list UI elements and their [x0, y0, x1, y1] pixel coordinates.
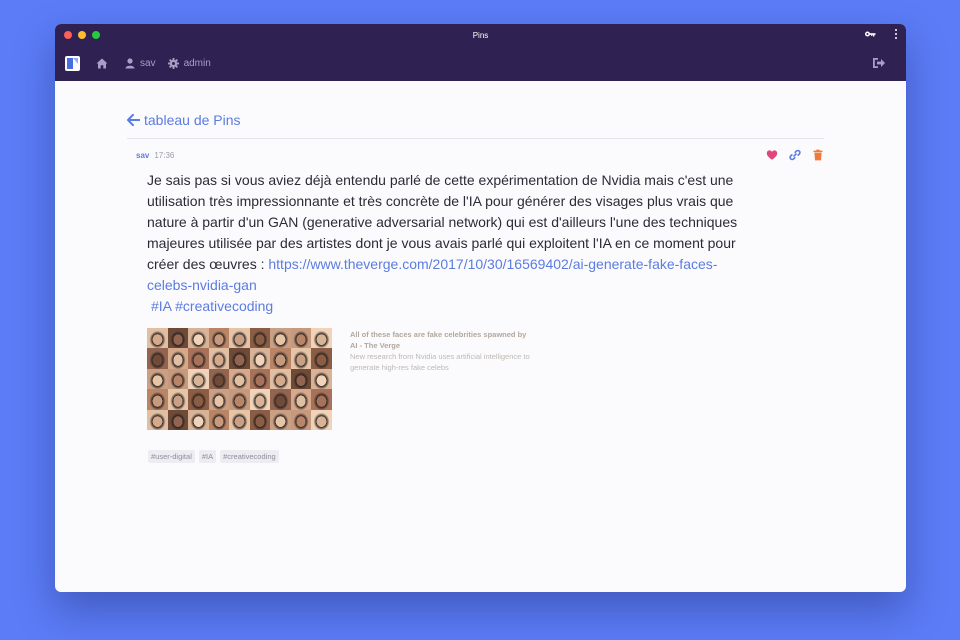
thumbnail-face-cell	[147, 368, 168, 390]
thumbnail-face-cell	[229, 409, 250, 430]
kebab-menu-icon[interactable]	[894, 28, 898, 40]
post-hashtags: #IA #creativecoding	[151, 296, 747, 317]
thumbnail-face-cell	[290, 389, 312, 410]
window-controls	[64, 31, 100, 39]
thumbnail-face-cell	[188, 409, 209, 430]
thumbnail-face-cell	[229, 348, 250, 369]
thumbnail-face-cell	[249, 348, 271, 369]
link-icon[interactable]	[789, 149, 801, 161]
thumbnail-face-cell	[270, 348, 291, 369]
thumbnail-face-cell	[270, 328, 291, 349]
thumbnail-face-cell	[208, 409, 230, 430]
thumbnail-face-cell	[188, 328, 209, 349]
thumbnail-face-cell	[311, 328, 332, 349]
page-content: tableau de Pins sav 17:36 Je sais pas si…	[55, 112, 906, 463]
gear-icon	[167, 58, 179, 69]
nav-user-label: sav	[140, 58, 156, 69]
thumbnail-face-cell	[167, 368, 189, 390]
nav-user[interactable]: sav	[125, 58, 156, 69]
thumbnail-face-cell	[249, 368, 271, 390]
close-window-button[interactable]	[64, 31, 72, 39]
post-time: 17:36	[154, 151, 175, 160]
link-preview-card[interactable]: All of these faces are fake celebrities …	[147, 328, 906, 430]
thumbnail-face-cell	[167, 328, 189, 349]
thumbnail-face-cell	[167, 348, 189, 369]
post-author[interactable]: sav	[136, 151, 149, 160]
thumbnail-face-cell	[147, 328, 168, 349]
thumbnail-face-cell	[290, 368, 312, 390]
user-icon	[125, 58, 135, 69]
thumbnail-face-cell	[167, 389, 189, 410]
thumbnail-face-cell	[147, 409, 168, 430]
thumbnail-face-cell	[188, 368, 209, 390]
nav-home[interactable]	[96, 58, 113, 69]
thumbnail-face-cell	[229, 328, 250, 349]
thumbnail-face-cell	[208, 328, 230, 349]
post-actions	[766, 149, 824, 161]
post-body: Je sais pas si vous aviez déjà entendu p…	[147, 170, 747, 317]
nav-admin[interactable]: admin	[167, 58, 211, 69]
preview-thumbnail[interactable]	[147, 328, 332, 430]
preview-description: New research from Nvidia uses artificial…	[350, 352, 530, 372]
thumbnail-face-cell	[249, 328, 271, 349]
preview-text: All of these faces are fake celebrities …	[350, 329, 530, 430]
title-bar: Pins	[55, 24, 906, 46]
post-hashtags-link[interactable]: #IA #creativecoding	[151, 298, 273, 314]
thumbnail-face-cell	[249, 409, 271, 430]
minimize-window-button[interactable]	[78, 31, 86, 39]
thumbnail-face-cell	[229, 368, 250, 390]
thumbnail-face-cell	[208, 348, 230, 369]
heart-icon[interactable]	[766, 149, 778, 161]
back-link-label: tableau de Pins	[144, 112, 241, 128]
thumbnail-face-cell	[188, 348, 209, 369]
key-icon[interactable]	[864, 28, 876, 40]
logout-icon[interactable]	[872, 56, 886, 70]
tag-chip[interactable]: #IA	[198, 450, 217, 463]
home-icon	[96, 58, 108, 69]
tag-chip[interactable]: #creativecoding	[220, 450, 279, 463]
preview-title: All of these faces are fake celebrities …	[350, 330, 527, 350]
thumbnail-face-cell	[311, 409, 332, 430]
back-to-board-link[interactable]: tableau de Pins	[127, 112, 824, 139]
thumbnail-face-cell	[270, 368, 291, 390]
tag-chip[interactable]: #user-digital	[148, 450, 195, 463]
thumbnail-face-cell	[147, 389, 168, 410]
thumbnail-face-cell	[147, 348, 168, 369]
thumbnail-face-cell	[249, 389, 271, 410]
thumbnail-face-cell	[270, 409, 291, 430]
thumbnail-face-cell	[311, 368, 332, 390]
thumbnail-face-cell	[208, 368, 230, 390]
thumbnail-face-cell	[311, 348, 332, 369]
trash-icon[interactable]	[812, 149, 824, 161]
arrow-left-icon	[127, 114, 140, 126]
app-logo-icon[interactable]	[65, 56, 80, 71]
thumbnail-face-cell	[270, 389, 291, 410]
thumbnail-face-cell	[290, 328, 312, 349]
thumbnail-face-cell	[311, 389, 332, 410]
top-navigation: sav admin	[55, 46, 906, 81]
nav-admin-label: admin	[183, 58, 211, 69]
maximize-window-button[interactable]	[92, 31, 100, 39]
thumbnail-face-cell	[290, 409, 312, 430]
tag-list: #user-digital #IA #creativecoding	[148, 450, 906, 463]
thumbnail-face-cell	[167, 409, 189, 430]
title-bar-actions	[864, 28, 898, 40]
thumbnail-face-cell	[188, 389, 209, 410]
thumbnail-face-cell	[290, 348, 312, 369]
thumbnail-face-cell	[208, 389, 230, 410]
thumbnail-face-cell	[229, 389, 250, 410]
app-window: Pins sav admin tableau de Pins sav 17:36…	[55, 24, 906, 592]
post-meta: sav 17:36	[127, 149, 824, 161]
window-title: Pins	[472, 30, 489, 40]
